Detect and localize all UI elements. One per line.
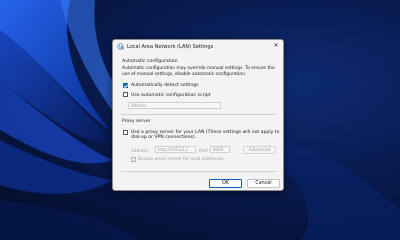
network-globe-icon — [117, 43, 124, 50]
proxy-port-label: Port: — [199, 147, 209, 153]
bypass-local-label[interactable]: Bypass proxy server for local addresses — [138, 157, 223, 162]
use-proxy-checkbox[interactable] — [123, 130, 128, 135]
proxy-address-field[interactable]: http://103.22.2 — [155, 146, 196, 153]
dialog-title: Local Area Network (LAN) Settings — [127, 43, 214, 50]
auto-config-description-line2: use of manual settings, disable automati… — [122, 71, 247, 77]
lan-settings-dialog: Local Area Network (LAN) Settings ✕ Auto… — [112, 39, 284, 191]
proxy-heading: Proxy server — [122, 119, 151, 124]
use-proxy-label-line1[interactable]: Use a proxy server for your LAN (These s… — [131, 130, 279, 135]
close-icon: ✕ — [273, 42, 279, 49]
auto-config-heading: Automatic configuration — [122, 59, 178, 64]
auto-detect-label[interactable]: Automatically detect settings — [131, 83, 199, 88]
close-button[interactable]: ✕ — [271, 41, 281, 51]
proxy-group-bottom-divider — [121, 171, 276, 172]
cancel-button-label: Cancel — [255, 181, 272, 186]
bypass-local-checkbox[interactable] — [131, 156, 136, 162]
use-proxy-label-line2[interactable]: dial-up or VPN connections). — [131, 135, 196, 140]
ok-button[interactable]: OK — [209, 179, 242, 188]
ok-button-label: OK — [222, 181, 229, 186]
auto-detect-checkbox[interactable] — [123, 82, 128, 88]
cancel-button[interactable]: Cancel — [247, 179, 280, 188]
auto-config-address-field[interactable]: Address — [128, 101, 221, 109]
auto-config-script-label[interactable]: Use automatic configuration script — [131, 93, 210, 98]
proxy-port-field[interactable]: 8080 — [210, 146, 230, 153]
advanced-button-label: Advanced — [248, 147, 271, 153]
advanced-button[interactable]: Advanced — [243, 145, 276, 154]
proxy-port-value: 8080 — [213, 147, 224, 152]
auto-config-description-line1: Automatic configuration may override man… — [122, 66, 275, 71]
proxy-address-label: Address: — [131, 147, 150, 153]
proxy-address-value: http://103.22.2 — [158, 147, 189, 152]
dialog-titlebar: Local Area Network (LAN) Settings ✕ — [113, 40, 283, 53]
auto-config-address-placeholder: Address — [131, 102, 147, 108]
section-divider — [121, 114, 276, 115]
auto-config-script-checkbox[interactable] — [123, 92, 128, 97]
